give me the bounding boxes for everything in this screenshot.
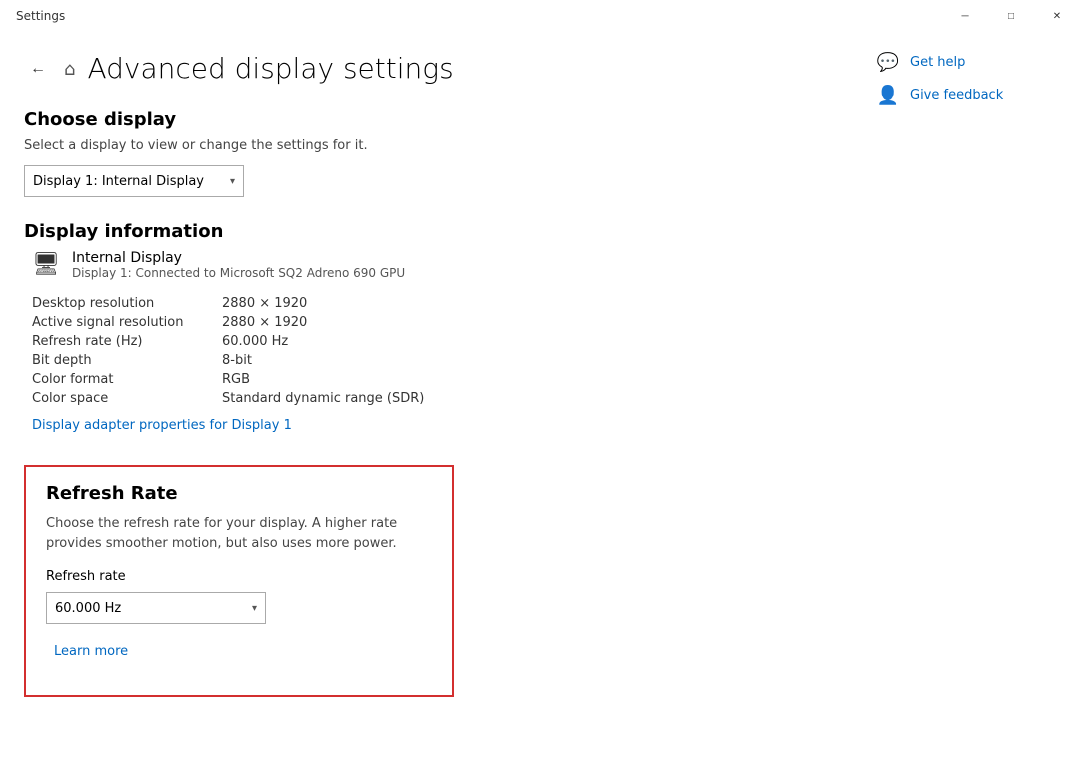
info-row-color-format: Color format RGB [32,372,820,387]
info-label-desktop-res: Desktop resolution [32,296,222,311]
info-label-bit-depth: Bit depth [32,353,222,368]
main-content: ← ⌂ Advanced display settings Choose dis… [0,32,1080,760]
display-info-section: Display information 🖥 Internal Display D… [24,221,820,449]
display-selector-dropdown[interactable]: Display 1: Internal Display ▾ [24,165,244,197]
info-label-color-space: Color space [32,391,222,406]
sidebar: 💬 Get help 👤 Give feedback [860,32,1080,760]
display-selector-chevron: ▾ [230,176,235,187]
feedback-icon: 👤 [876,85,900,106]
learn-more-link[interactable]: Learn more [54,644,128,659]
info-value-refresh: 60.000 Hz [222,334,288,349]
refresh-rate-dropdown[interactable]: 60.000 Hz ▾ [46,592,266,624]
monitor-icon: 🖥 [32,252,60,277]
info-row-desktop-res: Desktop resolution 2880 × 1920 [32,296,820,311]
info-label-refresh: Refresh rate (Hz) [32,334,222,349]
refresh-rate-section: Refresh Rate Choose the refresh rate for… [24,465,454,697]
page-title: Advanced display settings [87,52,453,85]
back-button[interactable]: ← [24,55,52,83]
info-value-color-space: Standard dynamic range (SDR) [222,391,424,406]
get-help-link[interactable]: 💬 Get help [876,52,1064,73]
titlebar-controls: ─ □ ✕ [942,0,1080,32]
info-value-color-format: RGB [222,372,250,387]
info-row-refresh: Refresh rate (Hz) 60.000 Hz [32,334,820,349]
info-value-desktop-res: 2880 × 1920 [222,296,307,311]
refresh-rate-label: Refresh rate [46,569,432,584]
give-feedback-link[interactable]: 👤 Give feedback [876,85,1064,106]
info-value-bit-depth: 8-bit [222,353,252,368]
choose-display-section: Choose display Select a display to view … [24,109,820,197]
refresh-rate-title: Refresh Rate [46,483,432,504]
refresh-rate-value: 60.000 Hz [55,601,121,616]
info-label-color-format: Color format [32,372,222,387]
info-row-bit-depth: Bit depth 8-bit [32,353,820,368]
device-subtitle: Display 1: Connected to Microsoft SQ2 Ad… [72,266,405,280]
give-feedback-text: Give feedback [910,88,1003,103]
adapter-properties-link[interactable]: Display adapter properties for Display 1 [32,418,292,433]
maximize-button[interactable]: □ [988,0,1034,32]
titlebar: Settings ─ □ ✕ [0,0,1080,32]
info-value-signal-res: 2880 × 1920 [222,315,307,330]
get-help-text: Get help [910,55,965,70]
page-header: ← ⌂ Advanced display settings [24,52,820,85]
refresh-rate-chevron: ▾ [252,603,257,614]
help-icon: 💬 [876,52,900,73]
home-icon: ⌂ [64,59,75,80]
close-button[interactable]: ✕ [1034,0,1080,32]
display-selector-value: Display 1: Internal Display [33,174,204,189]
choose-display-title: Choose display [24,109,820,130]
info-row-signal-res: Active signal resolution 2880 × 1920 [32,315,820,330]
choose-display-subtitle: Select a display to view or change the s… [24,138,820,153]
display-device-info: Internal Display Display 1: Connected to… [72,250,405,280]
minimize-button[interactable]: ─ [942,0,988,32]
content-area: ← ⌂ Advanced display settings Choose dis… [0,32,860,760]
display-device-row: 🖥 Internal Display Display 1: Connected … [32,250,820,280]
info-row-color-space: Color space Standard dynamic range (SDR) [32,391,820,406]
info-table: Desktop resolution 2880 × 1920 Active si… [32,296,820,406]
info-label-signal-res: Active signal resolution [32,315,222,330]
titlebar-title: Settings [16,9,65,23]
refresh-rate-description: Choose the refresh rate for your display… [46,514,432,553]
titlebar-left: Settings [12,9,65,23]
device-name: Internal Display [72,250,405,266]
display-info-title: Display information [24,221,820,242]
